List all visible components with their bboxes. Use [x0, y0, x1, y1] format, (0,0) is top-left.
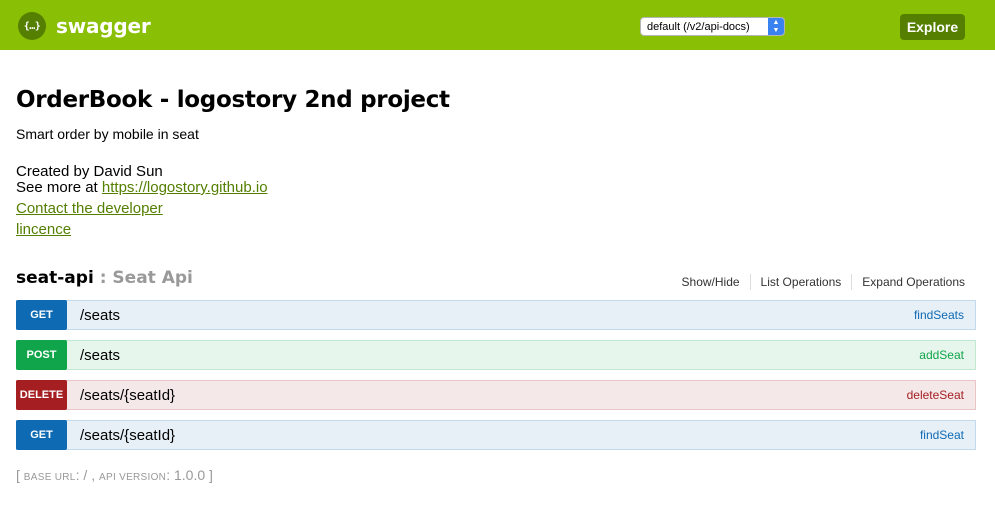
operation-nickname[interactable]: addSeat: [919, 348, 964, 362]
api-footer: [ base url: / , api version: 1.0.0 ]: [16, 467, 213, 483]
created-by: Created by David Sun: [16, 163, 163, 180]
api-version-value: : 1.0.0: [166, 467, 210, 483]
api-title: OrderBook - logostory 2nd project: [16, 87, 450, 113]
top-bar: {…} swagger default (/v2/api-docs) ▲ ▼ Ex…: [0, 0, 995, 50]
list-operations-link[interactable]: List Operations: [749, 274, 852, 290]
logo-text: swagger: [56, 14, 151, 38]
operation-nickname[interactable]: findSeat: [920, 428, 964, 442]
operation-path[interactable]: /seats: [80, 307, 914, 324]
operation-path[interactable]: /seats: [80, 347, 919, 364]
explore-button[interactable]: Explore: [900, 14, 965, 40]
http-method-badge[interactable]: GET: [16, 420, 67, 450]
expand-operations-link[interactable]: Expand Operations: [851, 274, 965, 290]
base-url-value: : / ,: [75, 467, 99, 483]
base-url-label: base url: [23, 472, 76, 483]
resource-description: : Seat Api: [99, 268, 193, 288]
operation-row[interactable]: GET /seats findSeats: [16, 300, 976, 330]
resource-name: seat-api: [16, 268, 94, 288]
http-method-badge[interactable]: GET: [16, 300, 67, 330]
operation-nickname[interactable]: deleteSeat: [907, 388, 964, 402]
contact-developer-link[interactable]: Contact the developer: [16, 200, 163, 217]
footer-close-bracket: ]: [209, 467, 213, 483]
select-arrows-icon: ▲ ▼: [768, 18, 784, 35]
see-more-prefix: See more at: [16, 179, 102, 196]
operation-path[interactable]: /seats/{seatId}: [80, 427, 920, 444]
api-description: Smart order by mobile in seat: [16, 126, 199, 142]
see-more-link[interactable]: https://logostory.github.io: [102, 179, 268, 196]
footer-open-bracket: [: [16, 467, 20, 483]
operation-row[interactable]: DELETE /seats/{seatId} deleteSeat: [16, 380, 976, 410]
api-spec-select-value: default (/v2/api-docs): [647, 20, 750, 33]
licence-link[interactable]: lincence: [16, 221, 71, 238]
see-more: See more at https://logostory.github.io: [16, 179, 268, 196]
http-method-badge[interactable]: POST: [16, 340, 67, 370]
resource-heading[interactable]: seat-api : Seat Api: [16, 268, 193, 288]
operation-path[interactable]: /seats/{seatId}: [80, 387, 907, 404]
swagger-logo[interactable]: {…} swagger: [18, 12, 151, 40]
resource-actions: Show/Hide List Operations Expand Operati…: [672, 274, 965, 290]
operation-row[interactable]: GET /seats/{seatId} findSeat: [16, 420, 976, 450]
swagger-icon: {…}: [18, 12, 46, 40]
operation-nickname[interactable]: findSeats: [914, 308, 964, 322]
http-method-badge[interactable]: DELETE: [16, 380, 67, 410]
api-spec-select[interactable]: default (/v2/api-docs) ▲ ▼: [640, 17, 785, 36]
operation-row[interactable]: POST /seats addSeat: [16, 340, 976, 370]
show-hide-link[interactable]: Show/Hide: [672, 274, 750, 290]
api-version-label: api version: [99, 472, 167, 483]
